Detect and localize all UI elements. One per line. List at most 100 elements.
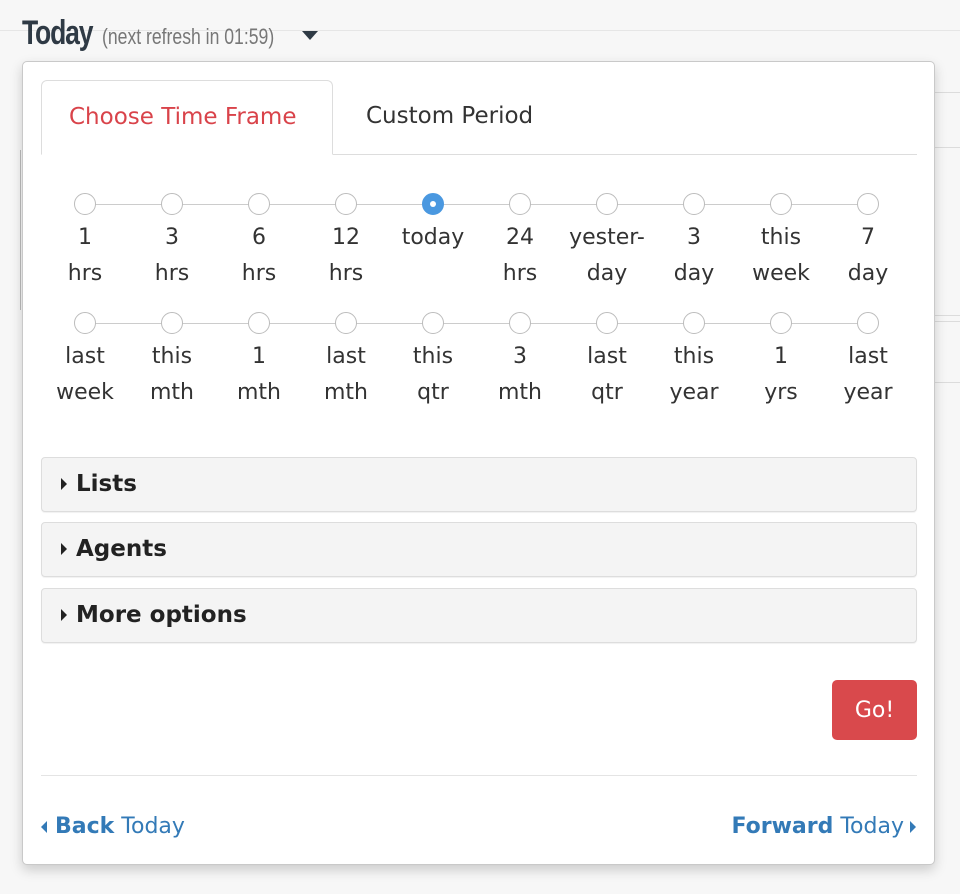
page-title: Today: [22, 14, 93, 52]
time-frame-option-lastqtr[interactable]: last qtr: [564, 310, 650, 411]
caret-down-icon[interactable]: [302, 31, 318, 40]
accordion-label: More options: [76, 602, 247, 628]
time-frame-label: last year: [825, 339, 911, 411]
radio-button[interactable]: [248, 312, 270, 334]
background-rule: [935, 147, 960, 148]
label-line-1: 1: [252, 344, 266, 369]
radio-button[interactable]: [248, 193, 270, 215]
radio-button[interactable]: [422, 312, 444, 334]
label-line-2: day: [586, 261, 628, 286]
label-line-1: this: [151, 344, 193, 369]
accordion-label: Agents: [76, 536, 167, 562]
forward-link[interactable]: Forward Today: [731, 814, 916, 839]
time-frame-label: 12 hrs: [303, 220, 389, 292]
radio-button[interactable]: [422, 193, 444, 215]
time-frame-label: 1 mth: [216, 339, 302, 411]
time-frame-label: yester-day: [564, 220, 650, 292]
background-rule: [20, 150, 21, 310]
label-line-1: this: [412, 344, 454, 369]
time-frame-label: 24 hrs: [477, 220, 563, 292]
refresh-countdown: (next refresh in 01:59): [102, 24, 275, 49]
time-frame-option-thisweek[interactable]: this week: [738, 191, 824, 292]
time-frame-option-1mth[interactable]: 1 mth: [216, 310, 302, 411]
radio-button[interactable]: [857, 193, 879, 215]
time-frame-label: 6 hrs: [216, 220, 302, 292]
accordion-lists[interactable]: Lists: [41, 457, 917, 512]
time-frame-option-3h[interactable]: 3 hrs: [129, 191, 215, 292]
time-frame-option-lastmth[interactable]: last mth: [303, 310, 389, 411]
radio-button[interactable]: [509, 312, 531, 334]
time-frame-label: this week: [738, 220, 824, 292]
radio-button[interactable]: [596, 193, 618, 215]
label-line-1: 24: [506, 225, 534, 250]
time-frame-option-lastyear[interactable]: last year: [825, 310, 911, 411]
accordion-agents[interactable]: Agents: [41, 522, 917, 577]
label-line-2: qtr: [591, 380, 623, 405]
radio-button[interactable]: [770, 312, 792, 334]
time-frame-option-thismth[interactable]: this mth: [129, 310, 215, 411]
label-line-2: hrs: [67, 261, 103, 286]
back-link[interactable]: Back Today: [41, 814, 185, 839]
accordion-more-options[interactable]: More options: [41, 588, 917, 643]
radio-button[interactable]: [74, 193, 96, 215]
time-frame-option-thisqtr[interactable]: this qtr: [390, 310, 476, 411]
divider: [41, 775, 917, 776]
time-frame-option-today[interactable]: today: [390, 191, 476, 292]
caret-right-icon: [61, 543, 67, 555]
time-frame-option-3mth[interactable]: 3 mth: [477, 310, 563, 411]
label-line-1: 6: [252, 225, 266, 250]
back-label: Back: [55, 814, 115, 839]
radio-button[interactable]: [683, 312, 705, 334]
time-frame-option-24h[interactable]: 24 hrs: [477, 191, 563, 292]
label-line-1: yester-: [569, 225, 645, 250]
time-frame-header[interactable]: Today (next refresh in 01:59): [22, 14, 318, 60]
forward-label: Forward: [731, 814, 834, 839]
time-frame-option-12h[interactable]: 12 hrs: [303, 191, 389, 292]
time-frame-option-7d[interactable]: 7 day: [825, 191, 911, 292]
radio-button[interactable]: [683, 193, 705, 215]
caret-right-icon: [61, 478, 67, 490]
time-frame-option-lastweek[interactable]: last week: [42, 310, 128, 411]
label-line-2: hrs: [328, 261, 364, 286]
radio-button[interactable]: [596, 312, 618, 334]
forward-period: Today: [840, 814, 904, 839]
label-line-2: mth: [498, 380, 542, 405]
label-line-2: mth: [324, 380, 368, 405]
time-frame-option-1yrs[interactable]: 1 yrs: [738, 310, 824, 411]
radio-button[interactable]: [770, 193, 792, 215]
tab-choose-time-frame[interactable]: Choose Time Frame: [41, 80, 333, 155]
time-frame-option-yesterday[interactable]: yester-day: [564, 191, 650, 292]
tab-custom-period[interactable]: Custom Period: [339, 80, 560, 154]
time-frame-label: today: [390, 220, 476, 292]
radio-button[interactable]: [857, 312, 879, 334]
caret-left-icon: [41, 820, 47, 833]
label-line-1: last: [848, 344, 888, 369]
label-line-2: mth: [150, 380, 194, 405]
radio-button[interactable]: [335, 312, 357, 334]
label-line-1: last: [65, 344, 105, 369]
radio-button[interactable]: [335, 193, 357, 215]
time-frame-label: this mth: [129, 339, 215, 411]
time-frame-popover: Choose Time Frame Custom Period 1 hrs 3 hrs…: [22, 61, 935, 865]
radio-button[interactable]: [161, 193, 183, 215]
background-rule: [935, 321, 960, 322]
label-line-1: 3: [165, 225, 179, 250]
time-frame-option-6h[interactable]: 6 hrs: [216, 191, 302, 292]
time-frame-option-1h[interactable]: 1 hrs: [42, 191, 128, 292]
time-frame-label: last mth: [303, 339, 389, 411]
radio-button[interactable]: [509, 193, 531, 215]
label-line-1: 1: [78, 225, 92, 250]
time-frame-option-thisyear[interactable]: this year: [651, 310, 737, 411]
radio-button[interactable]: [161, 312, 183, 334]
time-frame-label: 7 day: [825, 220, 911, 292]
label-line-1: this: [673, 344, 715, 369]
time-frame-label: last week: [42, 339, 128, 411]
label-line-1: today: [401, 225, 465, 250]
label-line-2: hrs: [154, 261, 190, 286]
go-button[interactable]: Go!: [832, 680, 917, 740]
label-line-2: day: [847, 261, 889, 286]
radio-button[interactable]: [74, 312, 96, 334]
label-line-2: hrs: [502, 261, 538, 286]
time-frame-option-3d[interactable]: 3 day: [651, 191, 737, 292]
tab-bar: Choose Time Frame Custom Period: [41, 80, 917, 155]
